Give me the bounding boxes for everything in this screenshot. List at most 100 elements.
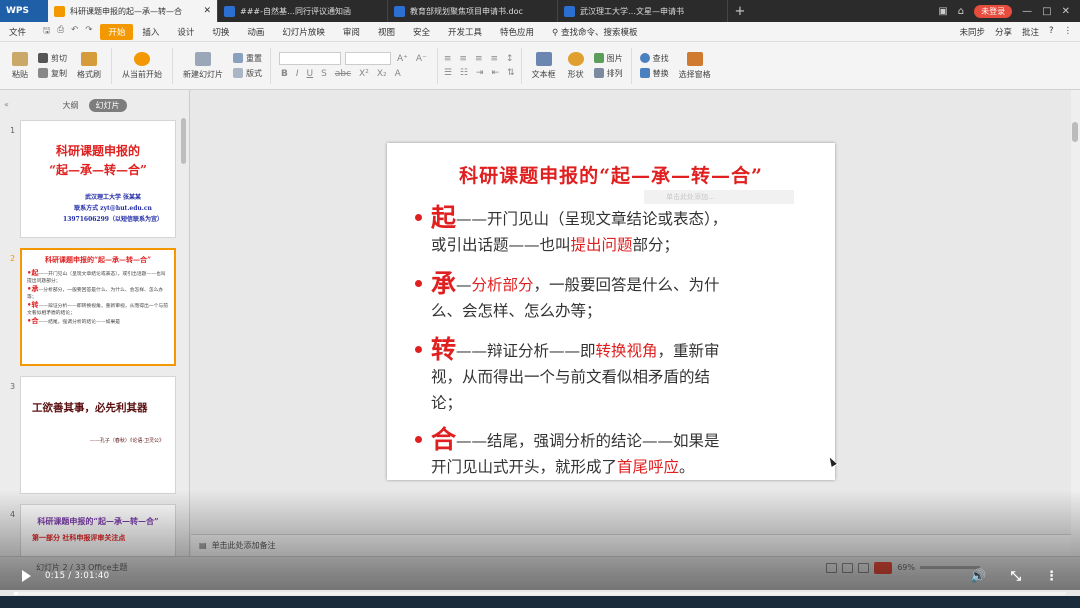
tab-document-1[interactable]: 科研课题申报的起—承—转—合 ✕ <box>48 0 218 22</box>
undo-icon[interactable]: ↶ <box>71 25 78 39</box>
selection-pane-button[interactable]: 选择窗格 <box>673 51 717 80</box>
slide-thumbnail-3[interactable]: 工欲善其事，必先利其器 ——孔子（春秋）《论语·卫灵公》 <box>20 376 176 494</box>
paste-button[interactable]: 粘贴 <box>6 51 34 80</box>
numbered-list-icon[interactable]: ☷ <box>458 68 470 78</box>
picture-button[interactable]: 图片 <box>590 51 627 66</box>
tab-document-4[interactable]: 武汉理工大学…文星—申请书 <box>558 0 728 22</box>
indent-icon[interactable]: ⇥ <box>474 68 486 78</box>
menu-start[interactable]: 开始 <box>100 23 134 40</box>
bullet-zhuan[interactable]: 转——辩证分析——即转换视角，重新审 视，从而得出一个与前文看似相矛盾的结 论； <box>415 337 827 416</box>
font-name-select[interactable] <box>279 52 341 65</box>
save-icon[interactable]: 🖫 <box>43 25 50 39</box>
menu-developer[interactable]: 开发工具 <box>439 26 491 38</box>
font-size-select[interactable] <box>345 52 391 65</box>
shape-icon <box>567 51 584 66</box>
tab-slides[interactable]: 幻灯片 <box>88 98 127 112</box>
close-icon[interactable]: ✕ <box>203 6 211 16</box>
print-icon[interactable]: ⎙ <box>57 25 64 39</box>
bold-icon[interactable]: B <box>279 69 290 79</box>
format-painter-button[interactable]: 格式刷 <box>71 51 107 80</box>
superscript-icon[interactable]: X² <box>357 69 371 79</box>
file-menu[interactable]: 文件 <box>0 26 35 38</box>
layout-button[interactable]: 版式 <box>229 66 266 81</box>
strikethrough-icon[interactable]: abc <box>333 69 353 79</box>
align-center-icon[interactable]: ≡ <box>457 54 469 64</box>
menu-transition[interactable]: 切换 <box>203 26 238 38</box>
new-tab-button[interactable]: + <box>728 0 752 22</box>
play-icon[interactable] <box>22 570 31 582</box>
shape-button[interactable]: 形状 <box>562 51 590 80</box>
tab-document-3[interactable]: 教育部规划聚焦项目申请书.doc <box>388 0 558 22</box>
skin-icon[interactable]: ▣ <box>938 6 947 17</box>
redo-icon[interactable]: ↷ <box>85 25 92 39</box>
exit-fullscreen-icon[interactable]: ⤡ <box>1011 569 1021 584</box>
increase-font-icon[interactable]: A⁺ <box>395 54 410 64</box>
presentation-icon <box>54 5 65 17</box>
divider <box>436 47 438 84</box>
login-button[interactable]: 未登录 <box>974 4 1013 18</box>
replace-button[interactable]: 替换 <box>636 66 673 81</box>
copy-button[interactable]: 复制 <box>34 66 71 81</box>
outdent-icon[interactable]: ⇤ <box>490 68 502 78</box>
menu-review[interactable]: 审阅 <box>334 26 369 38</box>
menu-design[interactable]: 设计 <box>168 26 203 38</box>
subscript-icon[interactable]: X₂ <box>375 69 389 79</box>
notes-pane[interactable]: ▤ 单击此处添加备注 <box>191 534 1071 556</box>
shirt-icon[interactable]: ⌂ <box>958 6 964 17</box>
text-direction-icon[interactable]: ⇅ <box>505 68 517 78</box>
text-box-button[interactable]: 文本框 <box>526 51 562 80</box>
minimize-icon[interactable]: — <box>1022 6 1032 17</box>
scrollbar-thumb[interactable] <box>1072 122 1078 142</box>
wps-logo[interactable]: WPS <box>0 0 48 22</box>
video-progress-bar[interactable] <box>14 592 1066 595</box>
menu-security[interactable]: 安全 <box>404 26 439 38</box>
sync-status[interactable]: 未同步 <box>959 26 985 38</box>
current-slide[interactable]: 科研课题申报的“起—承—转—合” 单击此处添加... 起——开门见山（呈现文章结… <box>387 143 835 480</box>
more-icon[interactable]: ⋮ <box>1064 26 1073 38</box>
comment-button[interactable]: 批注 <box>1022 26 1039 38</box>
align-right-icon[interactable]: ≡ <box>473 54 485 64</box>
reset-button[interactable]: 重置 <box>229 51 266 66</box>
slide-thumbnail-4[interactable]: 科研课题申报的“起—承—转—合” 第一部分 社科申报评审关注点 <box>20 504 176 556</box>
slide-thumbnail-2[interactable]: 科研课题申报的“起—承—转—合” •起——开门见山（呈现文章结论或表态），或引出… <box>20 248 176 366</box>
bullet-he[interactable]: 合——结尾，强调分析的结论——如果是 开门见山式开头，就形成了首尾呼应。 <box>415 427 827 480</box>
close-window-icon[interactable]: ✕ <box>1062 6 1070 17</box>
find-button[interactable]: 查找 <box>636 51 673 66</box>
more-options-icon[interactable]: ⋮ <box>1045 569 1058 584</box>
play-from-current-button[interactable]: 从当前开始 <box>116 51 168 80</box>
collapse-panel-icon[interactable]: « <box>4 100 9 109</box>
help-icon[interactable]: ? <box>1049 26 1054 38</box>
decrease-font-icon[interactable]: A⁻ <box>414 54 429 64</box>
maximize-icon[interactable]: □ <box>1042 6 1051 17</box>
align-left-icon[interactable]: ≡ <box>442 54 454 64</box>
command-search[interactable]: ⚲ 查找命令、搜索模板 <box>543 26 646 38</box>
arrange-button[interactable]: 排列 <box>590 66 627 81</box>
volume-icon[interactable]: 🔊 <box>970 569 986 584</box>
brush-icon <box>81 51 97 66</box>
bullet-qi[interactable]: 起——开门见山（呈现文章结论或表态）， 或引出话题——也叫提出问题部分； <box>415 205 827 258</box>
share-button[interactable]: 分享 <box>995 26 1012 38</box>
thumbnail-scrollbar[interactable] <box>181 118 186 164</box>
canvas-scrollbar[interactable] <box>1071 90 1080 556</box>
italic-icon[interactable]: I <box>294 69 301 79</box>
justify-icon[interactable]: ≡ <box>488 54 500 64</box>
menu-animation[interactable]: 动画 <box>238 26 273 38</box>
tab-outline[interactable]: 大纲 <box>63 100 79 111</box>
subtitle-placeholder[interactable]: 单击此处添加... <box>644 190 794 204</box>
slide-thumbnail-1[interactable]: 科研课题申报的 “起—承—转—合” 武汉理工大学 张某某 联系方式 zyt@hu… <box>20 120 176 238</box>
bullet-cheng[interactable]: 承—分析部分，一般要回答是什么、为什 么、会怎样、怎么办等； <box>415 271 827 324</box>
shadow-icon[interactable]: S <box>319 69 329 79</box>
document-icon <box>564 5 575 17</box>
new-slide-button[interactable]: 新建幻灯片 <box>177 51 229 80</box>
line-spacing-icon[interactable]: ↕ <box>504 54 516 64</box>
menu-insert[interactable]: 插入 <box>133 26 168 38</box>
tab-document-2[interactable]: ###-自然基…同行评议通知函 <box>218 0 388 22</box>
underline-icon[interactable]: U <box>305 69 316 79</box>
bullet-list-icon[interactable]: ☰ <box>442 68 454 78</box>
menu-view[interactable]: 视图 <box>369 26 404 38</box>
menu-features[interactable]: 特色应用 <box>491 26 543 38</box>
cut-button[interactable]: 剪切 <box>34 51 71 66</box>
slide-title[interactable]: 科研课题申报的“起—承—转—合” <box>387 161 835 188</box>
font-color-icon[interactable]: A <box>393 69 403 79</box>
menu-slideshow[interactable]: 幻灯片放映 <box>273 26 334 38</box>
